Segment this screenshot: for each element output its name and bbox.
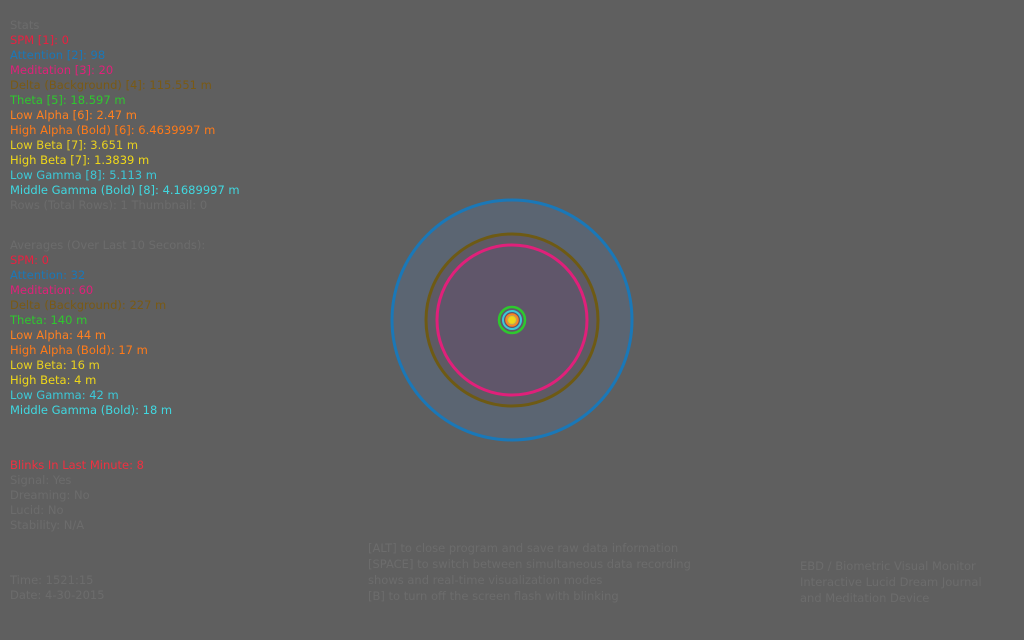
about-line-1: EBD / Biometric Visual Monitor [800,559,976,573]
blinks-count: Blinks In Last Minute: 8 [10,458,144,472]
avg-delta: Delta (Background): 227 m [10,298,167,312]
clock-time: Time: 1521:15 [10,573,94,587]
about-panel: EBD / Biometric Visual Monitor Interacti… [800,558,982,606]
about-line-2: Interactive Lucid Dream Journal [800,575,982,589]
avg-theta: Theta: 140 m [10,313,88,327]
stat-low-gamma: Low Gamma [8]: 5.113 m [10,168,157,182]
instructions-panel: [ALT] to close program and save raw data… [368,540,691,604]
avg-low-beta: Low Beta: 16 m [10,358,100,372]
stat-delta: Delta (Background) [4]: 115.551 m [10,78,212,92]
stat-low-alpha: Low Alpha [6]: 2.47 m [10,108,137,122]
instruction-line-3: shows and real-time visualization modes [368,573,603,587]
instruction-line-4: [B] to turn off the screen flash with bl… [368,589,619,603]
about-line-3: and Meditation Device [800,591,930,605]
clock-date: Date: 4-30-2015 [10,588,105,602]
status-line-4: Stability: N/A [10,518,85,532]
stat-theta: Theta [5]: 18.597 m [10,93,126,107]
avg-high-alpha: High Alpha (Bold): 17 m [10,343,148,357]
avg-low-alpha: Low Alpha: 44 m [10,328,107,342]
averages-header: Averages (Over Last 10 Seconds): [10,238,206,252]
instruction-line-2: [SPACE] to switch between simultaneous d… [368,557,691,571]
stats-footer: Rows (Total Rows): 1 Thumbnail: 0 [10,198,208,212]
stat-mid-gamma: Middle Gamma (Bold) [8]: 4.1689997 m [10,183,240,197]
stat-spm: SPM [1]: 0 [10,33,69,47]
stat-high-alpha: High Alpha (Bold) [6]: 6.4639997 m [10,123,216,137]
instruction-line-1: [ALT] to close program and save raw data… [368,541,679,555]
avg-mid-gamma: Middle Gamma (Bold): 18 m [10,403,173,417]
stat-attention: Attention [2]: 98 [10,48,106,62]
beta-ring [508,316,516,324]
monitor-screen: Stats SPM [1]: 0 Attention [2]: 98 Medit… [0,0,1024,640]
avg-attention: Attention: 32 [10,268,86,282]
stat-high-beta: High Beta [7]: 1.3839 m [10,153,150,167]
stats-header: Stats [10,18,40,32]
status-line-3: Lucid: No [10,503,64,517]
avg-low-gamma: Low Gamma: 42 m [10,388,119,402]
stat-meditation: Meditation [3]: 20 [10,63,114,77]
avg-spm: SPM: 0 [10,253,50,267]
avg-high-beta: High Beta: 4 m [10,373,97,387]
stat-low-beta: Low Beta [7]: 3.651 m [10,138,139,152]
status-line-1: Signal: Yes [10,473,72,487]
avg-meditation: Meditation: 60 [10,283,94,297]
status-line-2: Dreaming: No [10,488,90,502]
